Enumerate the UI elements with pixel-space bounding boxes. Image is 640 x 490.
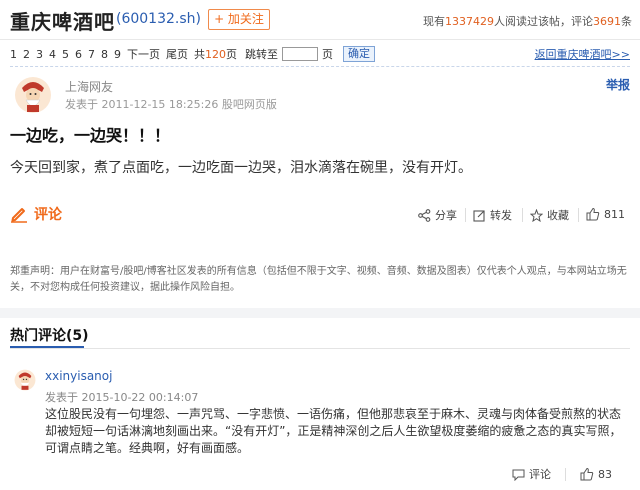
- hot-comments-divider: [10, 348, 630, 349]
- hot-comments-header: 热门评论(5): [10, 328, 89, 344]
- share-label: 分享: [435, 209, 457, 222]
- repost-label: 转发: [490, 209, 512, 222]
- jump-label: 跳转至: [245, 48, 278, 61]
- pencil-icon: [11, 208, 27, 223]
- next-page-link[interactable]: 下一页: [127, 46, 160, 62]
- comment-text: 这位股民没有一句埋怨、一声咒骂、一字悲愤、一语伤痛，但他那悲哀至于麻木、灵魂与肉…: [45, 407, 622, 455]
- favorite-button[interactable]: 收藏: [530, 207, 569, 223]
- total-pages: 120: [205, 47, 226, 61]
- total-prefix: 共: [194, 48, 205, 61]
- repost-button[interactable]: 转发: [473, 207, 512, 223]
- page-link-8[interactable]: 8: [101, 48, 108, 61]
- post-actions: 评论 分享 转发 收藏 811: [10, 202, 630, 228]
- thumbs-up-icon: [586, 207, 600, 221]
- page-link-1[interactable]: 1: [10, 48, 17, 61]
- section-gap: [0, 308, 640, 318]
- jump-page-input[interactable]: [282, 47, 318, 61]
- stats-suffix: 条: [621, 15, 632, 28]
- stats-middle: 人阅读过该帖，评论: [494, 15, 593, 28]
- comment-label: 评论: [34, 207, 62, 223]
- page-link-2[interactable]: 2: [23, 48, 30, 61]
- total-suffix: 页: [226, 48, 237, 61]
- comment-like-button[interactable]: 83: [580, 467, 612, 481]
- action-divider: [565, 467, 566, 481]
- divider: [10, 66, 630, 67]
- commenter-name[interactable]: xxinyisanoj: [45, 369, 112, 383]
- top-header: 重庆啤酒吧 (600132.sh) + 加关注 现有1337429人阅读过该帖，…: [0, 0, 640, 40]
- action-divider: [522, 208, 523, 222]
- post-author[interactable]: 上海网友: [65, 78, 113, 95]
- page-link-5[interactable]: 5: [62, 48, 69, 61]
- follow-button[interactable]: + 加关注: [208, 9, 270, 30]
- stats-prefix: 现有: [423, 15, 445, 28]
- comment-count: 3691: [593, 15, 621, 28]
- repost-icon: [473, 209, 485, 222]
- thumbs-up-icon: [580, 467, 594, 481]
- favorite-label: 收藏: [547, 209, 569, 222]
- commenter-avatar[interactable]: [14, 369, 36, 391]
- like-count: 811: [604, 207, 625, 221]
- last-page-link[interactable]: 尾页: [166, 46, 188, 62]
- reply-label: 评论: [529, 468, 551, 481]
- reply-button[interactable]: 评论: [512, 466, 551, 482]
- page-link-9[interactable]: 9: [114, 48, 121, 61]
- post-meta: 发表于 2011-12-15 18:25:26 股吧网页版: [65, 98, 277, 111]
- jump-suffix: 页: [322, 48, 333, 61]
- comment-button[interactable]: 评论: [10, 204, 62, 224]
- action-divider: [578, 208, 579, 222]
- back-to-bar-link[interactable]: 返回重庆啤酒吧>>: [535, 46, 630, 62]
- share-icon: [418, 208, 431, 222]
- author-avatar[interactable]: [14, 76, 52, 114]
- action-divider: [465, 208, 466, 222]
- page-link-3[interactable]: 3: [36, 48, 43, 61]
- disclaimer-text: 郑重声明：用户在财富号/股吧/博客社区发表的所有信息（包括但不限于文字、视频、音…: [10, 266, 627, 293]
- comment-time: 发表于 2015-10-22 00:14:07: [45, 391, 199, 404]
- stock-code[interactable]: (600132.sh): [116, 11, 201, 27]
- post-body: 今天回到家，煮了点面吃，一边吃面一边哭，泪水滴落在碗里，没有开灯。: [10, 160, 472, 176]
- hot-comments-underline: [10, 346, 84, 348]
- comment-icon: [512, 469, 525, 481]
- bar-title[interactable]: 重庆啤酒吧: [10, 6, 115, 35]
- page-link-6[interactable]: 6: [75, 48, 82, 61]
- star-icon: [530, 208, 543, 222]
- jump-confirm-button[interactable]: 确定: [343, 46, 375, 62]
- read-stats: 现有1337429人阅读过该帖，评论3691条: [423, 13, 632, 29]
- comment-actions: 评论 83: [498, 466, 612, 482]
- report-button[interactable]: 举报: [606, 76, 630, 93]
- post-title: 一边吃，一边哭！！！: [10, 126, 171, 145]
- page-link-4[interactable]: 4: [49, 48, 56, 61]
- reader-count: 1337429: [445, 15, 494, 28]
- page-link-7[interactable]: 7: [88, 48, 95, 61]
- pagination: 1 2 3 4 5 6 7 8 9 下一页 尾页 共 120 页 跳转至 页 确定: [10, 46, 375, 62]
- comment-like-count: 83: [598, 467, 612, 481]
- like-button[interactable]: 811: [586, 207, 625, 221]
- share-button[interactable]: 分享: [418, 207, 457, 223]
